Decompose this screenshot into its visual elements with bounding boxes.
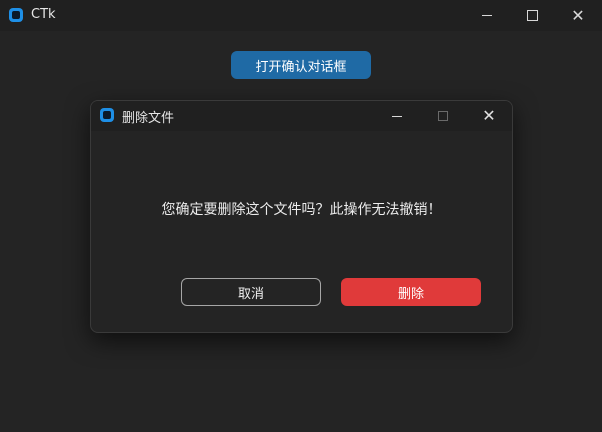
minimize-icon — [392, 115, 402, 117]
delete-button[interactable]: 删除 — [341, 278, 481, 306]
dialog-maximize-button — [420, 101, 466, 131]
dialog-titlebar[interactable]: 删除文件 ✕ — [91, 101, 512, 131]
cancel-button[interactable]: 取消 — [181, 278, 321, 306]
dialog-message: 您确定要删除这个文件吗？此操作无法撤销！ — [161, 202, 442, 218]
dialog-minimize-button[interactable] — [374, 101, 420, 131]
close-icon: ✕ — [571, 5, 585, 25]
maximize-icon — [526, 10, 538, 21]
minimize-button[interactable] — [464, 0, 510, 31]
dialog-app-icon — [100, 108, 114, 122]
main-titlebar[interactable]: CTk ✕ — [0, 0, 602, 31]
maximize-button[interactable] — [509, 0, 555, 31]
open-confirm-dialog-button[interactable]: 打开确认对话框 — [231, 51, 371, 79]
close-button[interactable]: ✕ — [555, 0, 601, 31]
minimize-icon — [482, 15, 492, 16]
confirm-dialog: 删除文件 ✕ 您确定要删除这个文件吗？此操作无法撤销！ 取消 删除 — [90, 100, 513, 333]
dialog-title: 删除文件 — [122, 111, 175, 126]
close-icon: ✕ — [482, 106, 496, 125]
maximize-icon — [438, 111, 448, 121]
dialog-close-button[interactable]: ✕ — [466, 101, 512, 131]
main-window: CTk ✕ 打开确认对话框 删除文件 ✕ 您确定要删除这个文件吗？此操作无法撤销… — [0, 0, 602, 432]
window-title: CTk — [31, 7, 56, 22]
app-icon — [9, 8, 23, 22]
